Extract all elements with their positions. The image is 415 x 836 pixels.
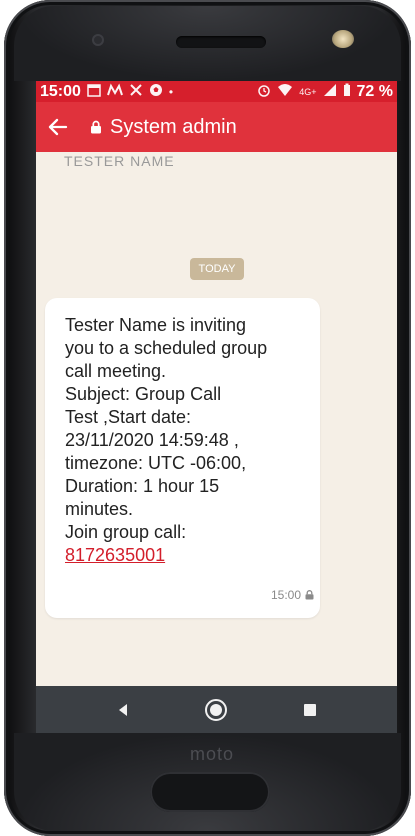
battery-icon <box>343 83 351 100</box>
lock-icon <box>91 120 101 134</box>
message-line: call meeting. <box>65 361 167 381</box>
back-button[interactable] <box>36 102 80 152</box>
m-icon <box>106 83 123 100</box>
android-nav-bar <box>36 686 397 733</box>
status-bar: 15:00 • 4G+ 72 % <box>36 81 397 102</box>
status-dot: • <box>168 84 174 99</box>
tools-icon <box>129 83 143 100</box>
message-time: 15:00 <box>270 588 301 602</box>
message-line: Tester Name is inviting <box>65 315 247 335</box>
brand-logo: moto <box>190 744 235 764</box>
nav-home-button[interactable] <box>196 690 236 730</box>
recents-square-icon <box>304 703 317 716</box>
previous-message-clipped: TESTER NAME <box>64 153 175 169</box>
signal-icon <box>323 83 337 100</box>
front-camera-icon <box>92 34 104 46</box>
phone-frame: 15:00 • 4G+ 72 % System admin TESTER NAM… <box>4 0 411 836</box>
soccer-icon <box>149 83 163 100</box>
phone-screen: 15:00 • 4G+ 72 % System admin TESTER NAM… <box>36 81 397 733</box>
lock-icon <box>305 590 314 600</box>
message-line: Subject: Group Call <box>65 384 222 404</box>
home-circle-icon <box>205 698 228 721</box>
message-line: minutes. <box>65 499 134 519</box>
nav-back-button[interactable] <box>103 690 143 730</box>
message-line: Test ,Start date: <box>65 407 192 427</box>
flash-icon <box>332 30 354 48</box>
chat-area[interactable]: TESTER NAME TODAY Tester Name is invitin… <box>36 152 397 686</box>
back-triangle-icon <box>118 703 127 716</box>
chat-title[interactable]: System admin <box>110 116 237 139</box>
message-line: you to a scheduled group <box>65 338 268 358</box>
calendar-icon <box>87 83 101 100</box>
status-time: 15:00 <box>40 82 81 100</box>
battery-level: 72 % <box>356 82 393 100</box>
nav-recents-button[interactable] <box>290 690 330 730</box>
app-bar: System admin <box>36 102 397 152</box>
fingerprint-sensor[interactable] <box>150 772 270 812</box>
message-bubble[interactable]: Tester Name is inviting you to a schedul… <box>45 298 320 618</box>
earpiece-speaker <box>176 36 266 48</box>
network-type: 4G+ <box>299 86 317 97</box>
message-meta: 15:00 <box>271 588 314 602</box>
message-line: Join group call: <box>65 522 187 542</box>
date-chip: TODAY <box>190 258 244 280</box>
join-call-link[interactable]: 8172635001 <box>65 545 165 565</box>
wifi-icon <box>277 83 293 100</box>
back-arrow-icon <box>48 118 68 136</box>
message-line: Duration: 1 hour 15 <box>65 476 220 496</box>
message-line: timezone: UTC -06:00, <box>65 453 247 473</box>
message-line: 23/11/2020 14:59:48 , <box>65 430 239 450</box>
alarm-icon <box>257 83 271 100</box>
